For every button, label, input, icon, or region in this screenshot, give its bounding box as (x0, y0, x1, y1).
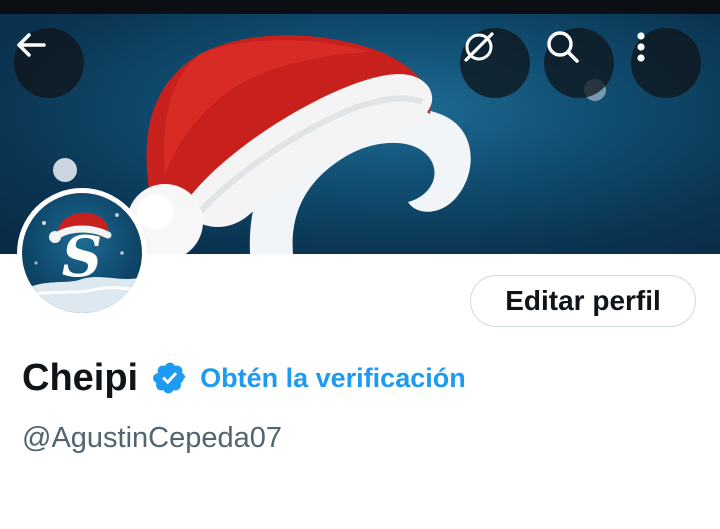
avatar-letter: S (61, 224, 103, 290)
arrow-left-icon (17, 33, 46, 57)
search-button[interactable] (544, 28, 614, 98)
more-options-button[interactable] (631, 28, 701, 98)
get-verified-link[interactable]: Obtén la verificación (200, 363, 466, 394)
avatar-image: S (22, 193, 142, 313)
search-icon (547, 31, 579, 63)
profile-handle: @AgustinCepeda07 (22, 422, 283, 454)
edit-profile-button[interactable]: Editar perfil (470, 275, 696, 327)
verified-badge-icon[interactable] (152, 360, 188, 396)
back-button[interactable] (14, 28, 84, 98)
grok-icon (464, 32, 494, 62)
status-bar-strip (0, 0, 720, 14)
avatar[interactable]: S (17, 188, 147, 318)
display-name: Cheipi (22, 356, 139, 399)
grok-button[interactable] (460, 28, 530, 98)
profile-name-row: Cheipi Obtén la verificación (22, 352, 466, 404)
more-vertical-icon (637, 32, 645, 62)
